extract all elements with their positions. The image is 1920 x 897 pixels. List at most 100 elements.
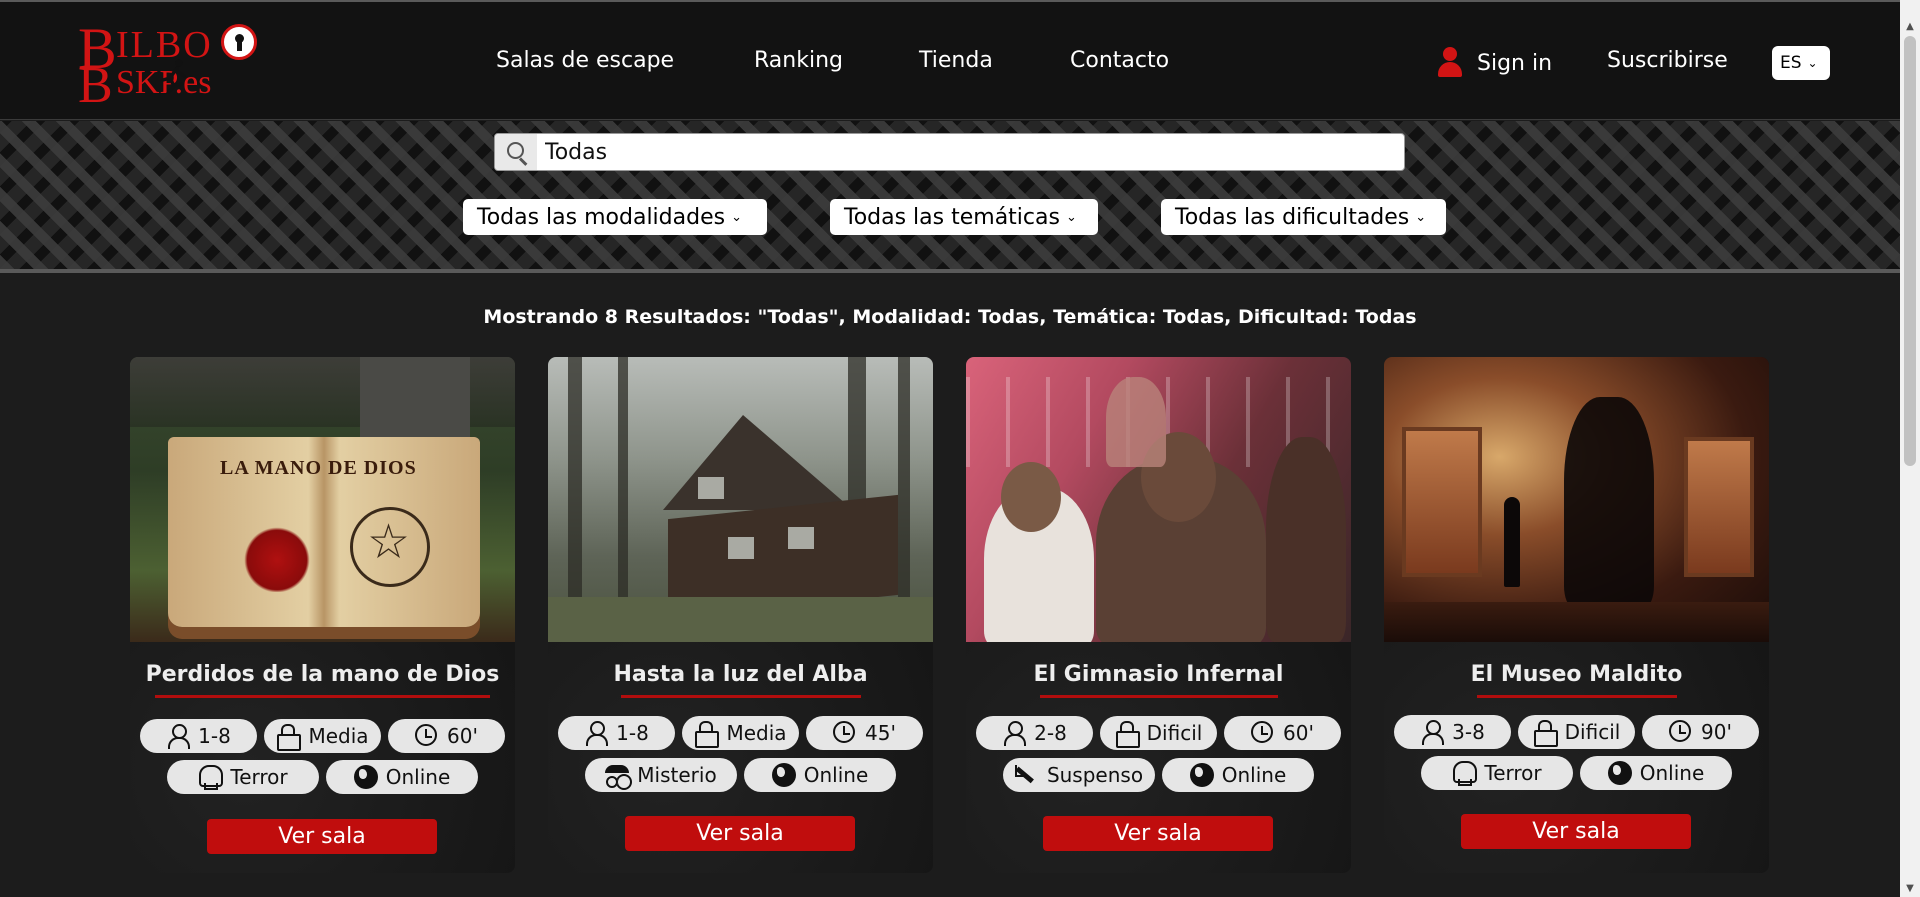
difficulty-badge: Media [682,716,799,750]
filter-dificultad-select[interactable]: Todas las dificultades ⌄ [1161,199,1446,235]
players-value: 1-8 [198,724,231,748]
room-image[interactable] [966,357,1351,642]
mode-value: Online [803,763,869,787]
room-title: El Museo Maldito [1470,662,1683,687]
room-image[interactable] [1384,357,1769,642]
logo-letter-2: B [78,57,113,114]
theme-value: Suspenso [1046,763,1144,787]
duration-value: 45' [865,721,896,745]
nav-link-tienda[interactable]: Tienda [919,48,993,73]
room-image[interactable] [548,357,933,642]
theme-badge: Terror [167,760,319,794]
room-card: LA MANO DE DIOS Perdidos de la mano de D… [130,357,515,873]
nav-link-salas[interactable]: Salas de escape [496,48,674,73]
players-badge: 3-8 [1394,715,1511,749]
room-specs: 1-8 Media 60' [130,719,515,753]
room-title-wrap: El Museo Maldito [1384,662,1769,698]
room-image[interactable]: LA MANO DE DIOS [130,357,515,642]
filter-tematica-select[interactable]: Todas las temáticas ⌄ [830,199,1098,235]
language-value: ES [1780,53,1802,73]
lock-icon [694,721,720,748]
theme-badge: Misterio [585,758,737,792]
duration-badge: 60' [1224,716,1341,750]
players-badge: 1-8 [140,719,257,753]
room-tags: Suspenso Online [966,758,1351,792]
globe-icon [353,765,378,789]
room-title: El Gimnasio Infernal [1033,662,1284,687]
site-logo[interactable]: B ILBO B SKP.es [76,20,257,112]
lock-icon [276,724,302,751]
search-input[interactable] [537,139,1397,165]
image-caption: LA MANO DE DIOS [220,457,417,479]
spy-icon [605,763,630,788]
room-tags: Misterio Online [548,758,933,792]
site-header: B ILBO B SKP.es Salas de escape Ranking … [0,2,1900,120]
language-select[interactable]: ES ⌄ [1772,46,1830,80]
title-underline [155,695,490,698]
room-specs: 1-8 Media 45' [548,716,933,750]
theme-value: Terror [1484,761,1542,785]
room-tags: Terror Online [130,760,515,794]
theme-badge: Terror [1421,756,1573,790]
theme-value: Misterio [637,763,717,787]
view-room-button[interactable]: Ver sala [1043,816,1273,851]
room-title-wrap: El Gimnasio Infernal [966,662,1351,698]
runner-icon [161,59,186,94]
duration-value: 60' [447,724,478,748]
person-icon [166,724,191,749]
clock-icon [1669,720,1693,744]
filter-modalidad-select[interactable]: Todas las modalidades ⌄ [463,199,767,235]
theme-badge: Suspenso [1003,758,1155,792]
players-value: 2-8 [1034,721,1067,745]
scroll-down-arrow-icon[interactable]: ▼ [1900,880,1920,897]
room-title: Perdidos de la mano de Dios [145,662,500,687]
lock-icon [1115,721,1140,748]
skull-icon [1452,761,1478,786]
search-filter-band: Todas las modalidades ⌄ Todas las temáti… [0,121,1900,273]
view-room-button[interactable]: Ver sala [207,819,437,854]
clock-icon [415,724,439,748]
page-scrollbar[interactable]: ▲ ▼ [1900,0,1920,897]
nav-link-contacto[interactable]: Contacto [1070,48,1169,73]
lock-icon [1533,720,1558,747]
title-underline [1476,695,1677,698]
mode-badge: Online [326,760,478,794]
scroll-up-arrow-icon[interactable]: ▲ [1900,18,1920,35]
room-title: Hasta la luz del Alba [613,662,868,687]
players-badge: 2-8 [976,716,1093,750]
room-title-wrap: Perdidos de la mano de Dios [130,662,515,698]
nav-link-ranking[interactable]: Ranking [754,48,843,73]
mode-badge: Online [1162,758,1314,792]
filter-dificultad-value: Todas las dificultades [1175,204,1410,230]
globe-icon [771,763,796,787]
duration-badge: 60' [388,719,505,753]
chevron-down-icon: ⌄ [1807,56,1818,70]
globe-icon [1607,761,1632,785]
search-icon[interactable] [495,134,537,170]
difficulty-badge: Media [264,719,381,753]
view-room-button[interactable]: Ver sala [1461,814,1691,849]
sign-in-link[interactable]: Sign in [1435,46,1552,80]
sign-in-label: Sign in [1477,50,1553,76]
subscribe-link[interactable]: Suscribirse [1607,48,1728,73]
skull-icon [198,765,224,790]
search-box [494,133,1405,171]
globe-icon [1189,763,1214,787]
room-specs: 3-8 Dificil 90' [1384,715,1769,749]
duration-value: 60' [1283,721,1314,745]
results-summary: Mostrando 8 Resultados: "Todas", Modalid… [483,306,1417,328]
person-icon [584,721,609,746]
difficulty-badge: Dificil [1518,715,1635,749]
scrollbar-thumb[interactable] [1904,36,1916,466]
room-tags: Terror Online [1384,756,1769,790]
view-room-button[interactable]: Ver sala [625,816,855,851]
mode-badge: Online [1580,756,1732,790]
duration-value: 90' [1701,720,1732,744]
duration-badge: 45' [806,716,923,750]
players-value: 3-8 [1452,720,1485,744]
room-card: Hasta la luz del Alba 1-8 Media 45' Mist… [548,357,933,873]
chevron-down-icon: ⌄ [1415,209,1427,225]
difficulty-value: Dificil [1564,720,1621,744]
person-icon [1002,721,1027,746]
difficulty-value: Media [308,724,369,748]
